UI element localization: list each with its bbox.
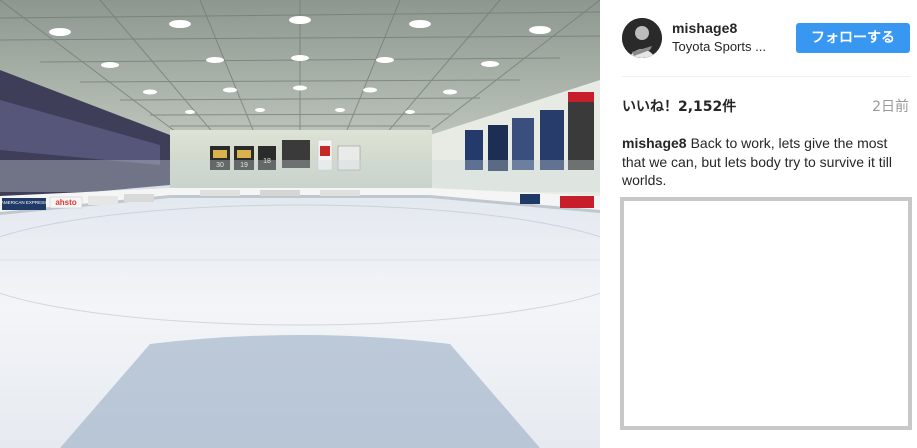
post-caption: mishage8 Back to work, lets give the most…: [622, 134, 902, 190]
avatar-image: [622, 18, 662, 58]
comments-area: [620, 197, 912, 430]
post-time[interactable]: 2日前: [872, 96, 909, 116]
post-sidebar: mishage8 Toyota Sports ... フォローする いいね！2,…: [600, 0, 917, 448]
post-photo[interactable]: 30 19 18 AMERICAN EXPRESS ahsto: [0, 0, 600, 448]
caption-username[interactable]: mishage8: [622, 135, 687, 151]
username-link[interactable]: mishage8: [672, 20, 737, 36]
right-banner: [568, 98, 594, 170]
board-ad-text: AMERICAN EXPRESS: [1, 200, 47, 205]
board-ad-text: ahsto: [55, 198, 76, 207]
ice-rink-image: 30 19 18 AMERICAN EXPRESS ahsto: [0, 0, 600, 448]
avatar[interactable]: [622, 18, 662, 58]
post-header: mishage8 Toyota Sports ... フォローする: [600, 0, 917, 76]
likes-count[interactable]: いいね！2,152件: [622, 96, 736, 116]
location-link[interactable]: Toyota Sports ...: [672, 39, 787, 54]
header-divider: [622, 76, 910, 77]
follow-button[interactable]: フォローする: [796, 23, 910, 53]
